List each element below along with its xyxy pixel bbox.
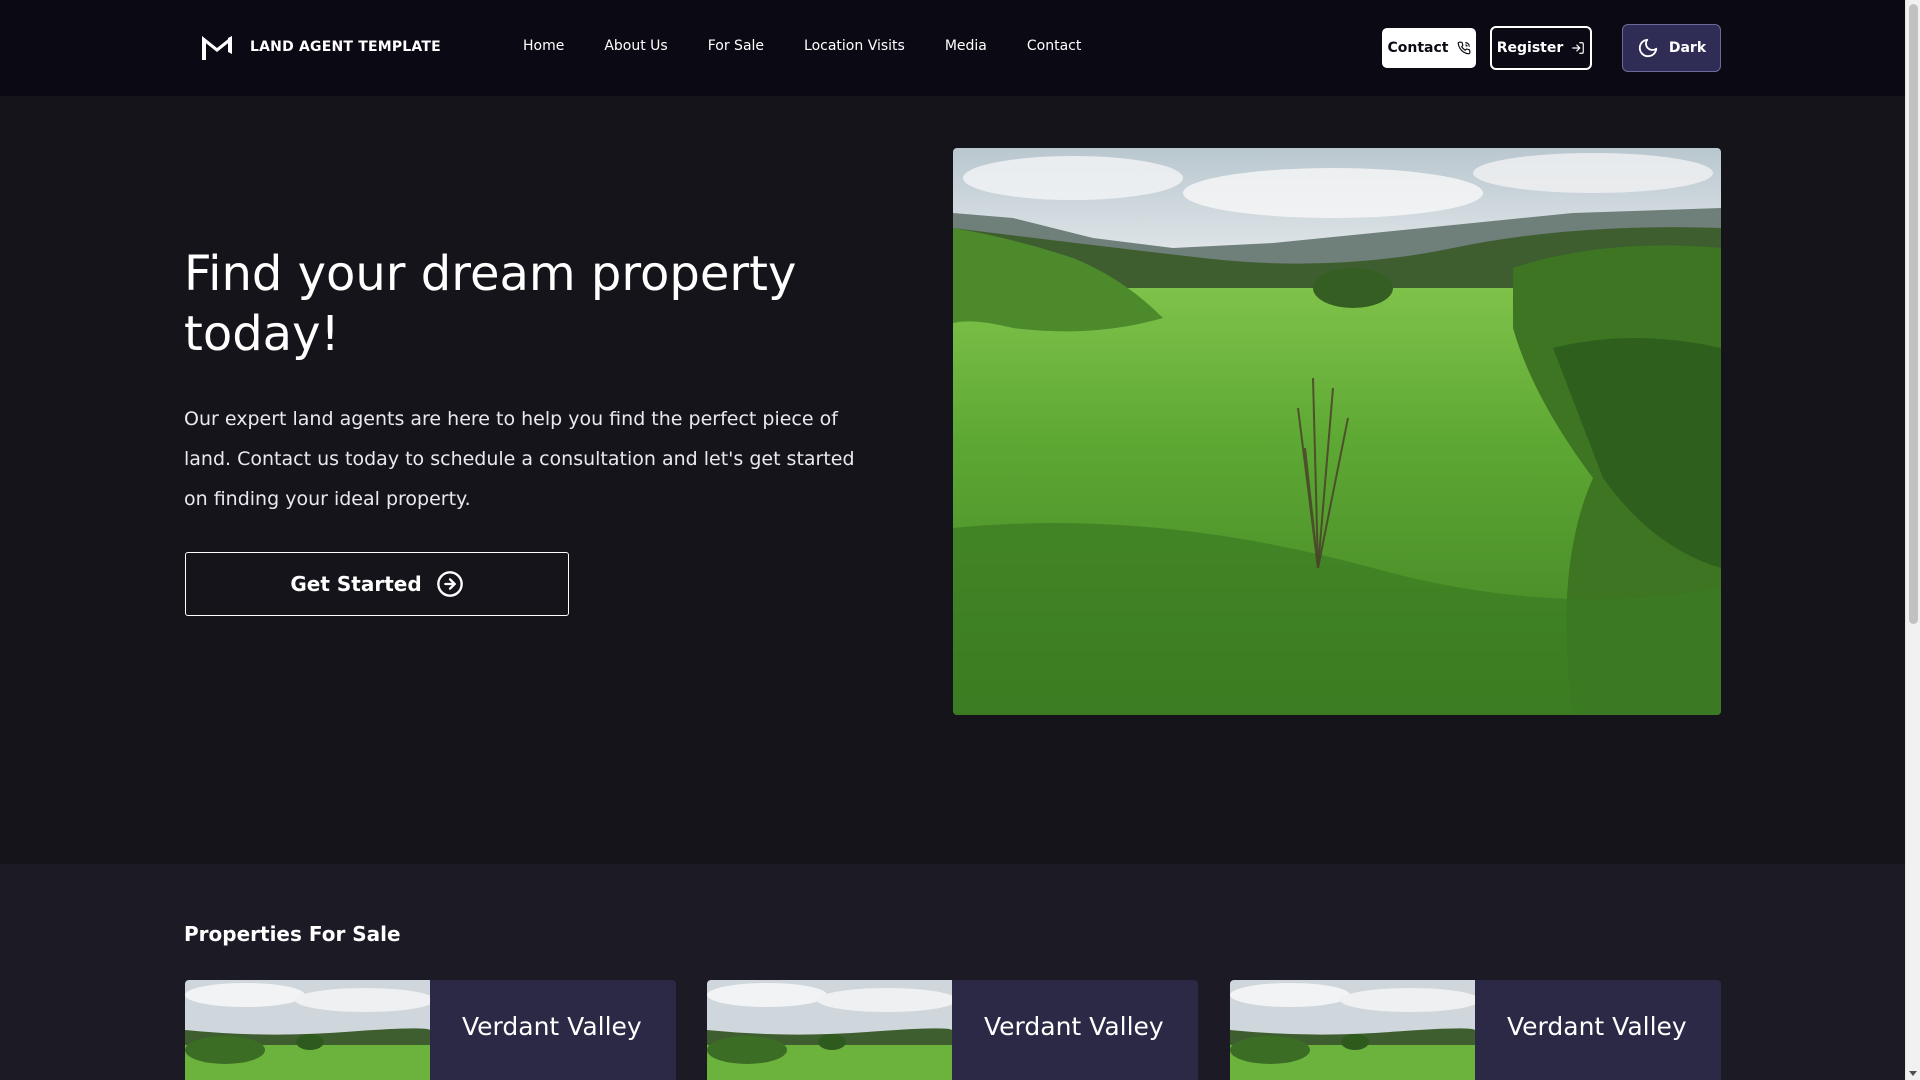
flag-logo-icon (202, 36, 232, 60)
nav-item-about-us[interactable]: About Us (604, 38, 667, 54)
property-title: Verdant Valley (462, 1012, 642, 1041)
scrollbar-thumb[interactable] (1909, 4, 1918, 624)
hero-landscape-image (953, 148, 1721, 715)
contact-button-label: Contact (1387, 40, 1449, 56)
get-started-label: Get Started (290, 572, 422, 596)
properties-title: Properties For Sale (184, 922, 401, 946)
hero-description: Our expert land agents are here to help … (184, 408, 855, 510)
main-nav: Home About Us For Sale Location Visits M… (523, 38, 1121, 54)
property-card[interactable]: Verdant Valley (707, 980, 1198, 1080)
scroll-down-arrow-icon[interactable] (1909, 1071, 1917, 1076)
site-header: LAND AGENT TEMPLATE Home About Us For Sa… (0, 0, 1905, 96)
hero-title: Find your dream property today! (184, 246, 797, 362)
property-thumbnail (707, 980, 957, 1080)
property-thumbnail (1230, 980, 1480, 1080)
arrow-right-circle-icon (436, 570, 464, 598)
contact-button[interactable]: Contact (1382, 28, 1476, 68)
nav-item-location-visits[interactable]: Location Visits (804, 38, 905, 54)
theme-toggle-button[interactable]: Dark (1622, 24, 1721, 72)
nav-item-home[interactable]: Home (523, 38, 564, 54)
brand-logo[interactable]: LAND AGENT TEMPLATE (200, 34, 441, 60)
theme-toggle-label: Dark (1668, 40, 1707, 56)
register-button-label: Register (1496, 40, 1564, 56)
nav-item-media[interactable]: Media (945, 38, 987, 54)
register-button[interactable]: Register (1490, 26, 1592, 70)
property-title: Verdant Valley (1507, 1012, 1687, 1041)
property-card[interactable]: Verdant Valley (185, 980, 676, 1080)
property-title: Verdant Valley (984, 1012, 1164, 1041)
brand-name: LAND AGENT TEMPLATE (250, 39, 441, 55)
nav-item-for-sale[interactable]: For Sale (708, 38, 764, 54)
page-scrollbar[interactable] (1905, 0, 1920, 1080)
moon-icon (1637, 37, 1659, 59)
login-arrow-icon (1571, 41, 1585, 55)
property-card[interactable]: Verdant Valley (1230, 980, 1721, 1080)
nav-item-contact[interactable]: Contact (1027, 38, 1081, 54)
phone-icon (1457, 41, 1471, 55)
property-thumbnail (185, 980, 435, 1080)
get-started-button[interactable]: Get Started (185, 552, 569, 616)
